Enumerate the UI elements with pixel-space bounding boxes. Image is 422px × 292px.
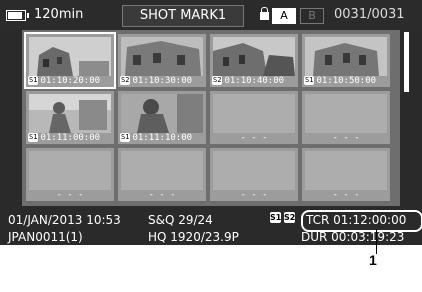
thumbnail-label: S1 01:11:10:00 bbox=[120, 133, 204, 144]
callout-number: 1 bbox=[369, 252, 377, 268]
screen-title-tab: SHOT MARK1 bbox=[122, 5, 244, 27]
thumbnail-timecode: 01:10:20:00 bbox=[40, 76, 101, 86]
empty-placeholder: - - - bbox=[56, 190, 84, 200]
thumbnail-empty: - - - bbox=[26, 148, 114, 201]
battery-time: 120min bbox=[34, 7, 84, 22]
thumbnail-label: S2 01:10:40:00 bbox=[212, 76, 296, 87]
woman-photo bbox=[121, 94, 203, 133]
shot-mark1-badge: S1 bbox=[270, 212, 282, 223]
callout-line bbox=[376, 230, 377, 254]
shot-mark-badge: S1 bbox=[120, 133, 131, 142]
thumbnail-4[interactable]: S1 01:10:50:00 bbox=[302, 34, 390, 87]
building-photo bbox=[121, 37, 203, 76]
building-photo bbox=[29, 37, 111, 76]
thumbnail-empty: - - - bbox=[210, 148, 298, 201]
thumbnail-timecode: 01:11:00:00 bbox=[40, 133, 101, 143]
building-photo bbox=[213, 37, 295, 76]
slot-a-indicator: A bbox=[272, 8, 296, 24]
building-photo bbox=[305, 37, 387, 76]
empty-placeholder: - - - bbox=[240, 133, 268, 143]
empty-placeholder: - - - bbox=[240, 190, 268, 200]
shot-mark2-badge: S2 bbox=[284, 212, 296, 223]
thumbnail-5[interactable]: S1 01:11:00:00 bbox=[26, 91, 114, 144]
thumbnail-6[interactable]: S1 01:11:10:00 bbox=[118, 91, 206, 144]
clip-counter: 0031/0031 bbox=[334, 7, 405, 22]
thumbnail-grid: S1 01:10:20:00 S2 01:10:30:00 S2 01:10:4… bbox=[22, 30, 400, 206]
thumbnail-empty: - - - bbox=[302, 91, 390, 144]
shot-mark-badge: S1 bbox=[304, 76, 315, 85]
scrollbar-thumb[interactable] bbox=[404, 32, 409, 92]
screen-title: SHOT MARK1 bbox=[139, 8, 227, 23]
thumbnail-empty: - - - bbox=[302, 148, 390, 201]
thumbnail-empty: - - - bbox=[118, 148, 206, 201]
clip-duration: DUR 00:03:19:23 bbox=[301, 230, 405, 244]
thumbnail-empty: - - - bbox=[210, 91, 298, 144]
tcr-value: TCR 01:12:00:00 bbox=[306, 213, 407, 227]
slow-quick-setting: S&Q 29/24 bbox=[148, 213, 213, 227]
battery-icon bbox=[6, 10, 29, 21]
thumbnail-timecode: 01:11:10:00 bbox=[132, 133, 193, 143]
shot-mark-badge: S2 bbox=[212, 76, 223, 85]
empty-placeholder: - - - bbox=[332, 190, 360, 200]
shot-mark-badge: S2 bbox=[120, 76, 131, 85]
thumbnail-timecode: 01:10:50:00 bbox=[316, 76, 377, 86]
thumbnail-2[interactable]: S2 01:10:30:00 bbox=[118, 34, 206, 87]
viewfinder-screen: 120min SHOT MARK1 A B 0031/0031 S1 01:10:… bbox=[0, 0, 422, 245]
clip-name: JPAN0011(1) bbox=[8, 230, 83, 244]
empty-placeholder: - - - bbox=[332, 133, 360, 143]
thumbnail-label: S1 01:10:50:00 bbox=[304, 76, 388, 87]
thumbnail-timecode: 01:10:40:00 bbox=[224, 76, 285, 86]
thumbnail-label: S2 01:10:30:00 bbox=[120, 76, 204, 87]
empty-placeholder: - - - bbox=[148, 190, 176, 200]
date-time: 01/JAN/2013 10:53 bbox=[8, 213, 121, 227]
video-format: HQ 1920/23.9P bbox=[148, 230, 239, 244]
thumbnail-1[interactable]: S1 01:10:20:00 bbox=[24, 32, 116, 89]
lock-icon bbox=[260, 7, 269, 21]
thumbnail-label: S1 01:10:20:00 bbox=[28, 76, 112, 87]
slot-b-indicator: B bbox=[300, 8, 324, 24]
woman-photo bbox=[29, 94, 111, 133]
shot-mark-badge: S1 bbox=[28, 76, 39, 85]
thumbnail-3[interactable]: S2 01:10:40:00 bbox=[210, 34, 298, 87]
thumbnail-timecode: 01:10:30:00 bbox=[132, 76, 193, 86]
shot-mark-badge: S1 bbox=[28, 133, 39, 142]
status-bar: 120min SHOT MARK1 A B 0031/0031 bbox=[0, 0, 422, 30]
thumbnail-label: S1 01:11:00:00 bbox=[28, 133, 112, 144]
